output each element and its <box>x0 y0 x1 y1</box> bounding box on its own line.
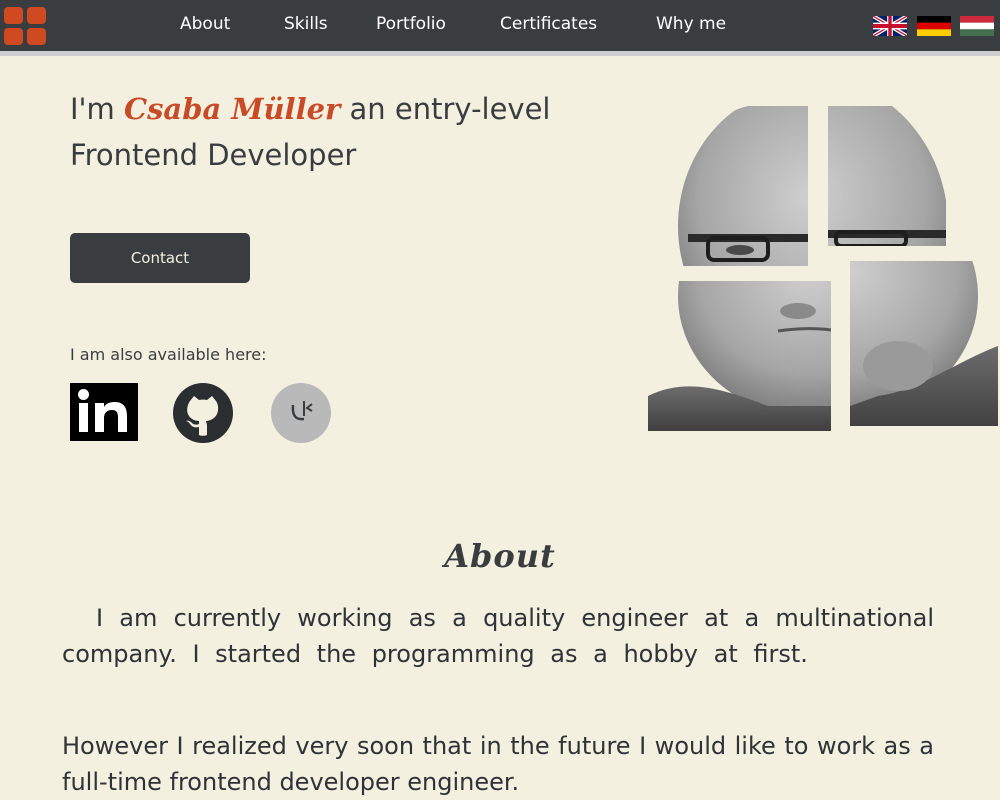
flag-hungary-icon[interactable] <box>960 16 994 36</box>
hero-suffix: an entry-level <box>349 92 551 126</box>
nav-link-certificates[interactable]: Certificates <box>500 14 597 34</box>
flag-uk-icon[interactable] <box>873 16 907 36</box>
top-navbar: About Skills Portfolio Certificates Why … <box>0 0 1000 56</box>
grid-logo-icon[interactable] <box>4 7 46 45</box>
about-heading: About <box>444 537 556 575</box>
nav-link-about[interactable]: About <box>180 14 230 34</box>
hero-name: Csaba Müller <box>124 92 341 126</box>
hero-prefix: I'm <box>70 92 115 126</box>
nav-link-skills[interactable]: Skills <box>284 14 328 34</box>
available-label: I am also available here: <box>70 345 267 364</box>
linkedin-icon[interactable] <box>70 383 138 445</box>
hero-role: Frontend Developer <box>70 138 357 172</box>
nav-link-portfolio[interactable]: Portfolio <box>376 14 446 34</box>
hero-headline: I'm Csaba Müller an entry-level Frontend… <box>70 86 640 178</box>
contact-button[interactable]: Contact <box>70 233 250 283</box>
about-paragraph-1: I am currently working as a quality engi… <box>62 604 934 668</box>
flag-germany-icon[interactable] <box>917 16 951 36</box>
kaggle-icon[interactable] <box>266 383 336 447</box>
github-icon[interactable] <box>168 383 238 447</box>
nav-link-why-me[interactable]: Why me <box>656 14 726 34</box>
profile-portrait <box>648 106 998 431</box>
about-paragraph-2: However I realized very soon that in the… <box>62 732 934 796</box>
